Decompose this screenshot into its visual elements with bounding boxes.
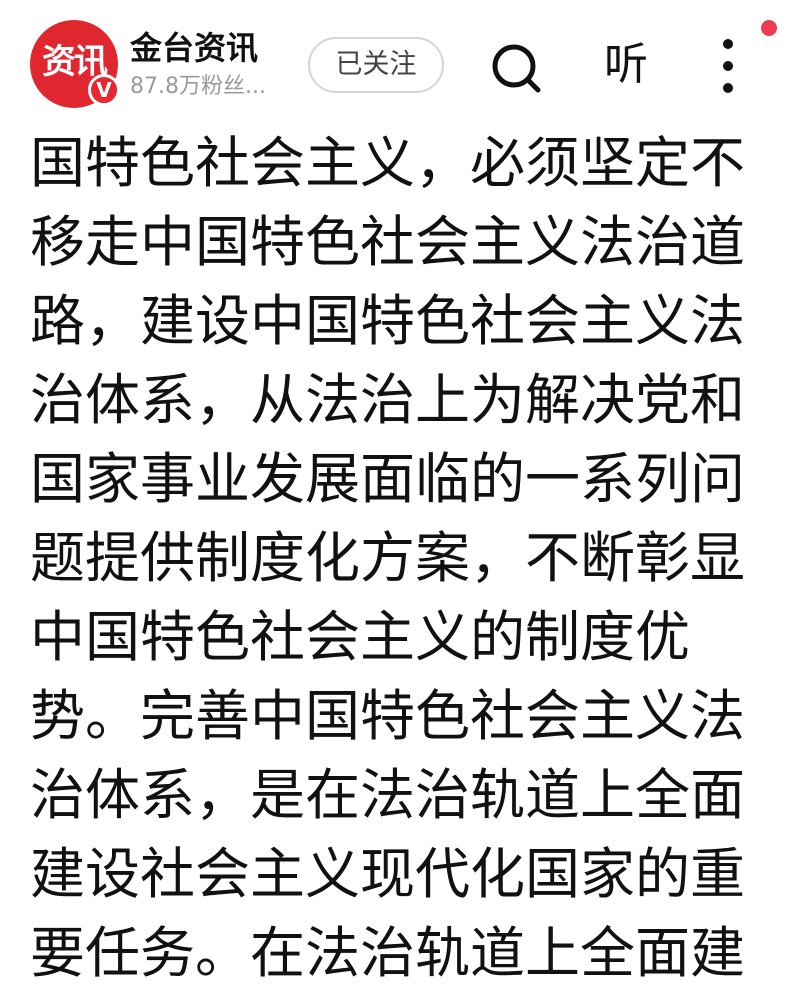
article-line: 治体系，从法治上为解决党和 xyxy=(30,368,746,432)
article-line: 建设社会主义现代化国家的重 xyxy=(30,842,746,906)
follow-button[interactable]: 已关注 xyxy=(308,37,444,93)
notification-dot xyxy=(761,20,777,36)
article-line: 移走中国特色社会主义法治道 xyxy=(30,210,746,274)
article-line: 中国特色社会主义的制度优 xyxy=(30,605,691,669)
article-line: 势。完善中国特色社会主义法 xyxy=(30,684,746,748)
article-line: 路，建设中国特色社会主义法 xyxy=(30,289,746,353)
article-line: 治体系，是在法治轨道上全面 xyxy=(30,763,746,827)
search-button[interactable] xyxy=(486,38,546,96)
article-header: 资讯 V 金台资讯 87.8万粉丝... 已关注 听 xyxy=(0,0,800,124)
follower-count: 87.8万粉丝... xyxy=(130,74,266,99)
verified-badge-icon: V xyxy=(88,74,120,106)
more-vertical-icon xyxy=(723,39,733,93)
search-icon xyxy=(492,44,541,93)
article-line: 国特色社会主义，必须坚定不 xyxy=(30,131,746,195)
article-body: 国特色社会主义，必须坚定不 移走中国特色社会主义法治道 路，建设中国特色社会主义… xyxy=(30,124,772,994)
more-options-button[interactable] xyxy=(706,36,750,96)
article-line: 国家事业发展面临的一系列问 xyxy=(30,447,746,511)
listen-button[interactable]: 听 xyxy=(594,36,658,94)
article-line: 题提供制度化方案，不断彰显 xyxy=(30,526,746,590)
article-line: 要任务。在法治轨道上全面建 xyxy=(30,921,746,985)
account-name[interactable]: 金台资讯 xyxy=(130,28,258,68)
